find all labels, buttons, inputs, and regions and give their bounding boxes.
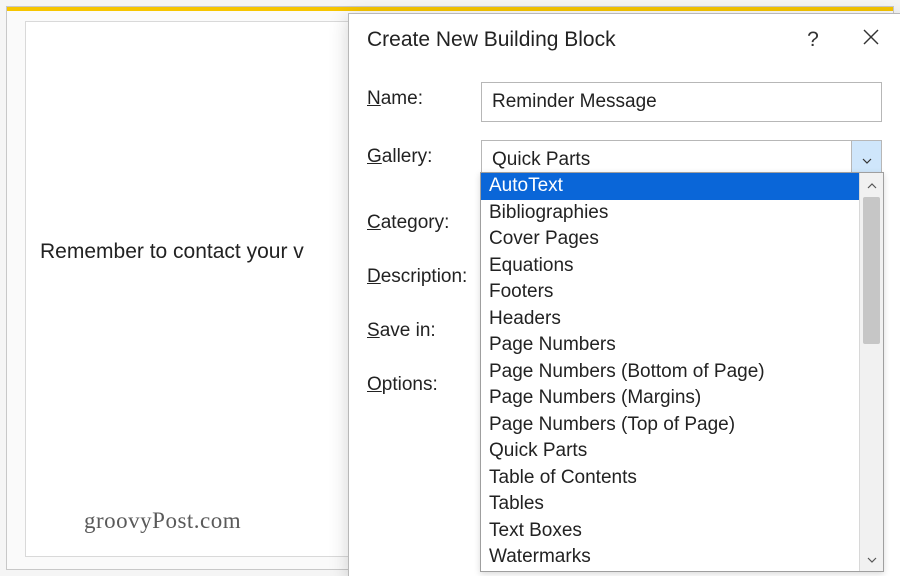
- label-name: Name:: [367, 82, 481, 110]
- gallery-option[interactable]: Table of Contents: [481, 465, 859, 492]
- gallery-option[interactable]: Footers: [481, 279, 859, 306]
- gallery-option[interactable]: Bibliographies: [481, 200, 859, 227]
- watermark-text: groovyPost.com: [84, 508, 241, 534]
- gallery-option[interactable]: Quick Parts: [481, 438, 859, 465]
- gallery-option[interactable]: Text Boxes: [481, 518, 859, 545]
- gallery-dropdown-list[interactable]: AutoTextBibliographiesCover PagesEquatio…: [481, 173, 859, 571]
- chevron-down-icon: [862, 151, 872, 169]
- label-category: Category:: [367, 206, 481, 234]
- chevron-down-icon: [867, 550, 877, 568]
- gallery-option[interactable]: Headers: [481, 306, 859, 333]
- gallery-combo-value: Quick Parts: [482, 149, 851, 171]
- gallery-option[interactable]: Watermarks: [481, 544, 859, 571]
- row-name: Name:: [367, 82, 882, 122]
- gallery-option[interactable]: AutoText: [481, 173, 859, 200]
- label-options: Options:: [367, 368, 481, 396]
- gallery-dropdown: AutoTextBibliographiesCover PagesEquatio…: [480, 172, 884, 572]
- scroll-thumb[interactable]: [863, 197, 880, 344]
- accent-bar: [7, 7, 893, 11]
- scroll-down-button[interactable]: [860, 547, 883, 571]
- dropdown-scrollbar[interactable]: [859, 173, 883, 571]
- dialog-title: Create New Building Block: [367, 28, 784, 52]
- gallery-option[interactable]: Page Numbers (Top of Page): [481, 412, 859, 439]
- scroll-up-button[interactable]: [860, 173, 883, 197]
- create-building-block-dialog: Create New Building Block ? Name: Galler…: [348, 13, 900, 576]
- gallery-option[interactable]: Cover Pages: [481, 226, 859, 253]
- dialog-titlebar: Create New Building Block ?: [349, 14, 900, 66]
- scroll-track[interactable]: [860, 197, 883, 547]
- close-button[interactable]: [842, 14, 900, 66]
- chevron-up-icon: [867, 176, 877, 194]
- app-frame: Remember to contact your v groovyPost.co…: [6, 6, 894, 570]
- document-body-text[interactable]: Remember to contact your v: [40, 240, 304, 264]
- label-gallery: Gallery:: [367, 140, 481, 168]
- label-description: Description:: [367, 260, 481, 288]
- gallery-option[interactable]: Tables: [481, 491, 859, 518]
- gallery-option[interactable]: Page Numbers (Margins): [481, 385, 859, 412]
- label-save-in: Save in:: [367, 314, 481, 342]
- name-input[interactable]: [481, 82, 882, 122]
- help-button[interactable]: ?: [784, 14, 842, 66]
- close-icon: [862, 28, 880, 52]
- gallery-option[interactable]: Equations: [481, 253, 859, 280]
- gallery-option[interactable]: Page Numbers: [481, 332, 859, 359]
- gallery-option[interactable]: Page Numbers (Bottom of Page): [481, 359, 859, 386]
